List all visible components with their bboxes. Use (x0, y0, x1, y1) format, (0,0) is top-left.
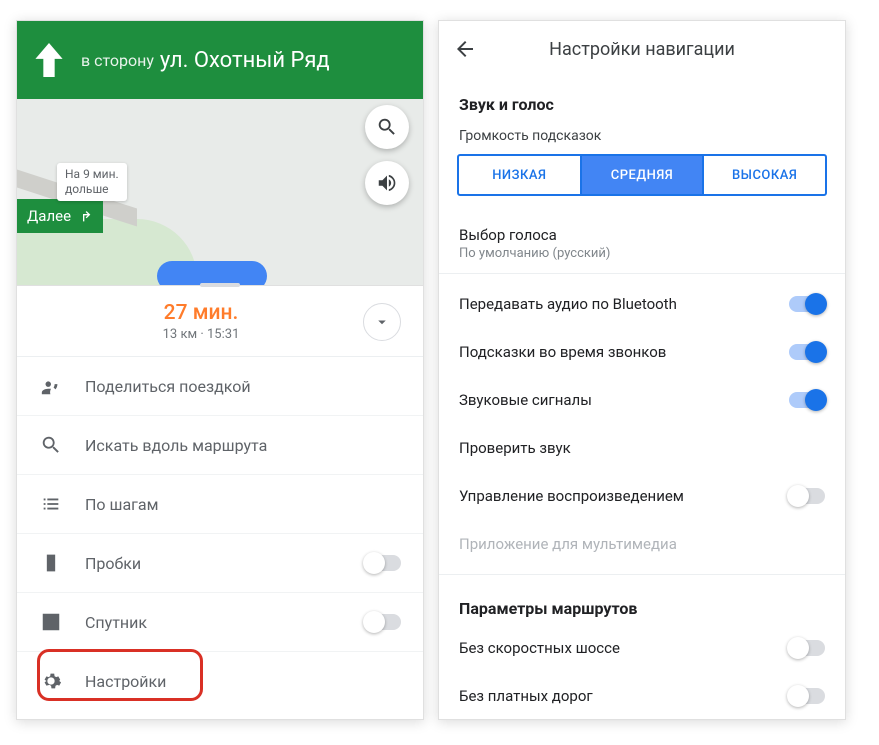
menu-steps[interactable]: По шагам (17, 474, 423, 533)
menu-settings[interactable]: Настройки (17, 651, 423, 710)
back-icon[interactable] (453, 37, 477, 61)
playback-toggle[interactable] (789, 488, 825, 504)
pref-avoid-highways[interactable]: Без скоростных шоссе (439, 624, 845, 672)
share-location-icon (39, 375, 63, 397)
menu-satellite-label: Спутник (85, 613, 343, 632)
pref-avoid-tolls-label: Без платных дорог (459, 687, 789, 705)
direction-prefix: в сторону (81, 51, 154, 70)
section-route: Параметры маршрутов (439, 581, 845, 624)
pref-media-app-label: Приложение для мультимедиа (459, 535, 825, 553)
section-sound: Звук и голос (439, 77, 845, 120)
pref-bluetooth-label: Передавать аудио по Bluetooth (459, 295, 789, 313)
menu-satellite[interactable]: Спутник (17, 592, 423, 651)
pref-check-sound-label: Проверить звук (459, 439, 825, 457)
voice-title: Выбор голоса (459, 226, 825, 244)
eta-summary[interactable]: 27 мин. 13 км 15:31 (17, 287, 423, 357)
menu-search-along[interactable]: Искать вдоль маршрута (17, 415, 423, 474)
pref-avoid-highways-label: Без скоростных шоссе (459, 639, 789, 657)
map-area[interactable]: Далее На 9 мин. дольше (17, 99, 423, 285)
search-icon (39, 434, 63, 456)
eta-time: 27 мин. (39, 301, 363, 325)
arrow-up-icon (35, 43, 63, 77)
map-search-button[interactable] (365, 105, 409, 149)
volume-icon (376, 172, 398, 194)
next-label: Далее (27, 207, 71, 225)
volume-high[interactable]: ВЫСОКАЯ (702, 156, 825, 194)
divider (439, 273, 845, 274)
pref-media-app: Приложение для мультимедиа (439, 520, 845, 568)
phone-navigation: в сторону ул. Охотный Ряд Далее На 9 мин… (16, 20, 424, 720)
volume-header: Громкость подсказок (439, 120, 845, 154)
avoid-tolls-toggle[interactable] (789, 688, 825, 704)
during-calls-toggle[interactable] (789, 344, 825, 360)
direction-street: ул. Охотный Ряд (160, 48, 330, 73)
pref-playback[interactable]: Управление воспроизведением (439, 472, 845, 520)
menu-list: Поделиться поездкой Искать вдоль маршрут… (17, 357, 423, 710)
volume-medium[interactable]: СРЕДНЯЯ (580, 156, 703, 194)
eta-distance: 13 км (163, 327, 198, 342)
satellite-toggle[interactable] (365, 614, 401, 630)
alternative-route-info[interactable]: На 9 мин. дольше (57, 163, 127, 201)
traffic-toggle[interactable] (365, 555, 401, 571)
navigation-header[interactable]: в сторону ул. Охотный Ряд (17, 21, 423, 99)
chevron-down-icon (373, 313, 391, 331)
sound-signals-toggle[interactable] (789, 392, 825, 408)
list-icon (39, 493, 63, 515)
voice-sub: По умолчанию (русский) (459, 246, 825, 261)
search-icon (376, 116, 398, 138)
menu-traffic-label: Пробки (85, 554, 343, 573)
phone-settings: Настройки навигации Звук и голос Громкос… (438, 20, 846, 720)
map-sound-button[interactable] (365, 161, 409, 205)
turn-right-icon (77, 208, 93, 224)
menu-settings-label: Настройки (85, 672, 401, 691)
pref-check-sound[interactable]: Проверить звук (439, 424, 845, 472)
avoid-highways-toggle[interactable] (789, 640, 825, 656)
menu-traffic[interactable]: Пробки (17, 533, 423, 592)
menu-share-trip[interactable]: Поделиться поездкой (17, 357, 423, 415)
pref-during-calls[interactable]: Подсказки во время звонков (439, 328, 845, 376)
bottom-sheet: 27 мин. 13 км 15:31 Поделиться поездкой И… (17, 285, 423, 719)
next-step-chip[interactable]: Далее (17, 199, 103, 233)
appbar-title: Настройки навигации (497, 39, 787, 60)
menu-search-along-label: Искать вдоль маршрута (85, 436, 401, 455)
eta-sub: 13 км 15:31 (39, 327, 363, 342)
traffic-icon (39, 552, 63, 574)
volume-low[interactable]: НИЗКАЯ (459, 156, 580, 194)
collapse-button[interactable] (363, 303, 401, 341)
menu-steps-label: По шагам (85, 495, 401, 514)
pref-sound-signals[interactable]: Звуковые сигналы (439, 376, 845, 424)
pref-sound-signals-label: Звуковые сигналы (459, 391, 789, 409)
pref-during-calls-label: Подсказки во время звонков (459, 343, 789, 361)
divider (439, 574, 845, 575)
pref-avoid-tolls[interactable]: Без платных дорог (439, 672, 845, 720)
volume-segmented: НИЗКАЯ СРЕДНЯЯ ВЫСОКАЯ (457, 154, 827, 196)
pref-bluetooth[interactable]: Передавать аудио по Bluetooth (439, 280, 845, 328)
eta-arrival: 15:31 (207, 327, 239, 342)
pref-playback-label: Управление воспроизведением (459, 487, 789, 505)
pref-voice[interactable]: Выбор голоса По умолчанию (русский) (439, 214, 845, 267)
menu-share-label: Поделиться поездкой (85, 377, 401, 396)
satellite-icon (39, 611, 63, 633)
bluetooth-toggle[interactable] (789, 296, 825, 312)
gear-icon (39, 670, 63, 692)
appbar: Настройки навигации (439, 21, 845, 77)
